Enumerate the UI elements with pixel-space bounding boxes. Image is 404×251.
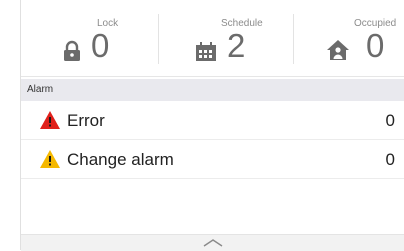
alarm-row-label: Change alarm xyxy=(67,150,174,169)
lock-stat[interactable]: Lock 0 xyxy=(21,0,151,76)
error-warning-icon xyxy=(39,110,61,135)
caution-warning-icon xyxy=(39,149,61,174)
alarm-row-count: 0 xyxy=(385,150,395,169)
alarm-row-label: Error xyxy=(67,111,105,130)
schedule-stat[interactable]: Schedule 2 xyxy=(159,0,293,76)
alarm-row-change-alarm[interactable]: Change alarm 0 xyxy=(21,140,404,179)
alarm-section-header: Alarm xyxy=(21,79,404,101)
occupied-stat[interactable]: Occupied 0 xyxy=(294,0,404,76)
occupied-count: 0 xyxy=(366,27,385,64)
calendar-icon xyxy=(195,42,217,67)
chevron-up-icon xyxy=(203,239,223,247)
alarm-row-error[interactable]: Error 0 xyxy=(21,101,404,140)
house-person-icon xyxy=(326,38,350,67)
expand-handle[interactable] xyxy=(21,234,404,251)
alarm-row-count: 0 xyxy=(385,111,395,130)
status-panel: Lock 0 Schedule 2 Occupied 0 Alarm Error… xyxy=(20,0,404,251)
status-summary: Lock 0 Schedule 2 Occupied 0 xyxy=(21,0,404,77)
lock-icon xyxy=(61,40,83,67)
schedule-count: 2 xyxy=(227,27,246,64)
lock-count: 0 xyxy=(91,27,110,64)
alarm-header-label: Alarm xyxy=(27,84,54,95)
